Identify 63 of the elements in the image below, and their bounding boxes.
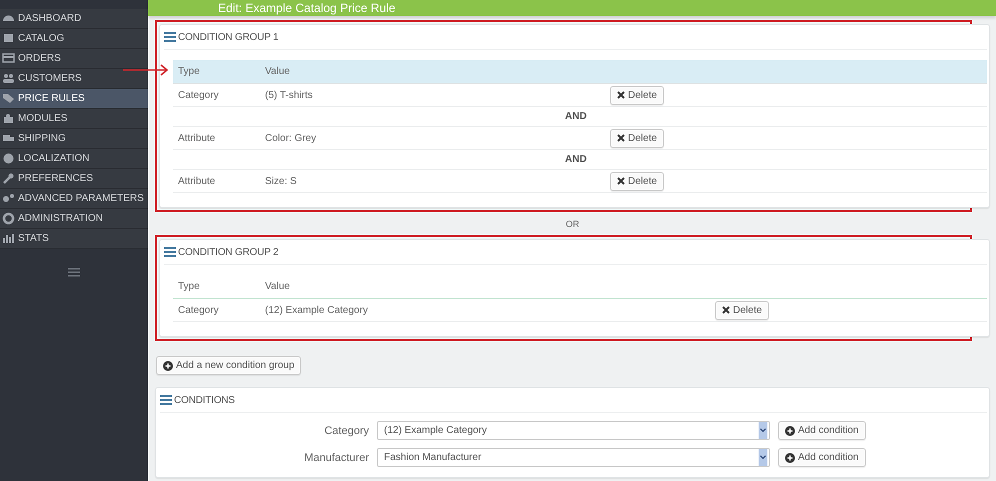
page-title: Edit: Example Catalog Price Rule <box>218 1 396 15</box>
panel-title: CONDITION GROUP 1 <box>178 32 278 42</box>
table-cell: Category <box>173 298 260 322</box>
table-cell: Size: S <box>260 170 605 192</box>
tag-icon <box>2 92 15 105</box>
table-cell: (5) T-shirts <box>260 84 605 106</box>
plus-circle-icon <box>163 360 173 370</box>
operator-label: AND <box>565 111 587 122</box>
close-icon <box>617 91 625 99</box>
table-cell: Category <box>173 84 260 106</box>
sidebar-item[interactable]: CATALOG <box>0 29 148 49</box>
sidebar-item[interactable]: LOCALIZATION <box>0 149 148 169</box>
column-header: Value <box>260 275 710 298</box>
list-icon <box>160 395 172 405</box>
gears-icon <box>2 192 15 205</box>
sidebar-item[interactable]: ADVANCED PARAMETERS <box>0 189 148 209</box>
table-cell: Attribute <box>173 126 260 150</box>
menu-icon[interactable] <box>68 268 80 277</box>
puzzle-icon <box>2 112 15 125</box>
panel-title: CONDITIONS <box>174 394 235 406</box>
delete-button[interactable]: Delete <box>610 128 664 148</box>
plus-circle-icon <box>785 426 795 436</box>
table-cell: Attribute <box>173 170 260 192</box>
table-cell: Color: Grey <box>260 126 605 150</box>
select-field[interactable]: Fashion Manufacturer <box>377 448 770 467</box>
bar-chart-icon <box>2 232 15 245</box>
delete-button[interactable]: Delete <box>610 172 664 190</box>
sidebar-item[interactable]: ADMINISTRATION <box>0 209 148 229</box>
wrench-icon <box>2 172 15 185</box>
people-icon <box>2 72 15 85</box>
globe-icon <box>2 152 15 165</box>
sidebar-item[interactable]: DASHBOARD <box>0 9 148 29</box>
close-icon <box>617 134 625 142</box>
gear-icon <box>2 212 15 225</box>
panel-title: CONDITION GROUP 2 <box>178 246 278 258</box>
sidebar-item[interactable]: MODULES <box>0 109 148 129</box>
sidebar-item[interactable]: ORDERS <box>0 49 148 69</box>
caret-icon <box>758 422 768 439</box>
delete-button[interactable]: Delete <box>610 86 664 104</box>
column-header: Value <box>260 60 605 84</box>
field-label: Manufacturer <box>303 452 369 464</box>
sidebar-item[interactable]: SHIPPING <box>0 129 148 149</box>
sidebar-item[interactable]: STATS <box>0 229 148 249</box>
separator-label: OR <box>564 218 580 231</box>
sidebar-item[interactable]: PREFERENCES <box>0 169 148 189</box>
close-icon <box>617 177 625 185</box>
list-icon <box>164 32 176 42</box>
sidebar-item[interactable]: PRICE RULES <box>0 89 148 109</box>
card-icon <box>2 52 15 65</box>
delete-button[interactable]: Delete <box>715 300 769 320</box>
add-group-button[interactable]: Add a new condition group <box>156 356 302 375</box>
column-header: Type <box>173 60 260 84</box>
close-icon <box>722 306 730 314</box>
select-field[interactable]: (12) Example Category <box>377 421 770 440</box>
list-icon <box>164 247 176 257</box>
add-condition-button[interactable]: Add condition <box>778 421 866 440</box>
add-condition-button[interactable]: Add condition <box>778 448 866 467</box>
plus-circle-icon <box>785 452 795 462</box>
table-cell: (12) Example Category <box>260 298 710 322</box>
column-header: Type <box>173 275 260 298</box>
operator-label: AND <box>565 154 587 165</box>
caret-icon <box>758 449 768 466</box>
field-label: Category <box>323 424 369 436</box>
